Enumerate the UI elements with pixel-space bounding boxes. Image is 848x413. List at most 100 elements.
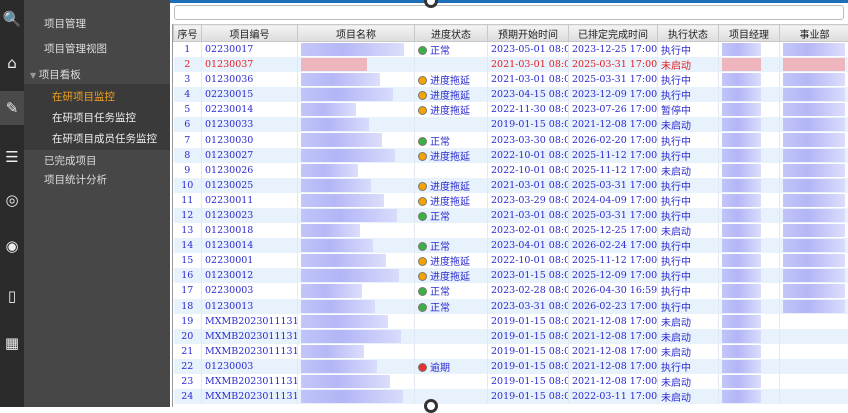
- table-row[interactable]: 801230027进度拖延2022-10-01 08:002025-11-12 …: [174, 148, 848, 163]
- status-label: 进度拖延: [430, 272, 470, 283]
- end-time: 2025-03-31 17:00: [569, 57, 658, 72]
- project-manager: [719, 299, 780, 314]
- redacted-block: [301, 209, 397, 222]
- progress-status: [415, 163, 488, 178]
- menu-project-view[interactable]: 项目管理视图: [44, 41, 107, 56]
- splitter-handle-bottom[interactable]: [424, 399, 438, 413]
- column-header[interactable]: 进度状态: [415, 25, 488, 42]
- redacted-block: [301, 133, 382, 146]
- column-header[interactable]: 序号: [174, 25, 202, 42]
- menu-project-management[interactable]: 项目管理: [44, 16, 86, 31]
- table-row[interactable]: 21MXMB20230111310...2019-01-15 08:002021…: [174, 344, 848, 359]
- start-time: 2023-03-29 08:00: [488, 193, 569, 208]
- table-row[interactable]: 6012300332019-01-15 08:002021-12-08 17:0…: [174, 117, 848, 132]
- department: [780, 329, 848, 344]
- project-manager: [719, 117, 780, 132]
- table-row[interactable]: 1801230013正常2023-03-31 08:002026-02-23 1…: [174, 299, 848, 314]
- redacted-block: [783, 254, 845, 267]
- project-code: 02230003: [202, 283, 298, 298]
- project-name: [298, 253, 415, 268]
- row-index: 7: [174, 132, 202, 147]
- start-time: 2019-01-15 08:00: [488, 374, 569, 389]
- redacted-block: [301, 330, 401, 343]
- table-row[interactable]: 1601230012进度拖延2023-01-15 08:002025-12-09…: [174, 268, 848, 283]
- menu-project-board[interactable]: ▼ 项目看板: [30, 67, 81, 82]
- table-row[interactable]: 23MXMB20230111310...2019-01-15 08:002021…: [174, 374, 848, 389]
- project-manager: [719, 102, 780, 117]
- submenu-task-monitor[interactable]: 在研项目任务监控: [52, 110, 136, 125]
- department: [780, 283, 848, 298]
- database-icon[interactable]: ☰: [0, 140, 24, 174]
- table-row[interactable]: 9012300262022-10-01 08:002025-11-12 17:0…: [174, 163, 848, 178]
- table-row[interactable]: 1401230014正常2023-04-01 08:002026-02-24 1…: [174, 238, 848, 253]
- table-row[interactable]: 1201230023正常2021-03-01 08:002025-03-31 1…: [174, 208, 848, 223]
- project-manager: [719, 223, 780, 238]
- sipm-logo-icon[interactable]: 🔍: [0, 2, 24, 36]
- exec-status: 执行中: [658, 132, 719, 147]
- end-time: 2025-03-31 17:00: [569, 178, 658, 193]
- column-header[interactable]: 预期开始时间: [488, 25, 569, 42]
- table-row[interactable]: 19MXMB20230111310...2019-01-15 08:002021…: [174, 314, 848, 329]
- table-row[interactable]: 13012300182023-02-01 08:002025-12-25 17:…: [174, 223, 848, 238]
- table-row[interactable]: 301230036进度拖延2021-03-01 08:002025-03-31 …: [174, 72, 848, 87]
- end-time: 2026-02-20 17:00: [569, 132, 658, 147]
- department: [780, 148, 848, 163]
- redacted-block: [722, 133, 761, 146]
- start-time: 2021-03-01 08:00: [488, 178, 569, 193]
- status-dot-icon: [418, 363, 427, 372]
- redacted-block: [783, 73, 845, 86]
- submenu-member-task-monitor[interactable]: 在研项目成员任务监控: [52, 131, 157, 146]
- table-row[interactable]: 24MXMB20230111310...2019-01-15 08:002022…: [174, 389, 848, 404]
- menu-statistics[interactable]: 项目统计分析: [44, 172, 107, 187]
- column-header[interactable]: 事业部: [780, 25, 848, 42]
- column-header[interactable]: 已排定完成时间: [569, 25, 658, 42]
- redacted-block: [722, 224, 761, 237]
- end-time: 2021-12-08 17:00: [569, 359, 658, 374]
- project-name: [298, 344, 415, 359]
- sidebar-menu: 项目管理 项目管理视图 ▼ 项目看板 在研项目监控 在研项目任务监控 在研项目成…: [24, 0, 170, 407]
- end-time: 2025-11-12 17:00: [569, 253, 658, 268]
- search-input[interactable]: [174, 5, 844, 20]
- column-header[interactable]: 项目名称: [298, 25, 415, 42]
- submenu-project-monitor[interactable]: 在研项目监控: [52, 89, 115, 104]
- status-label: 正常: [430, 303, 450, 314]
- end-time: 2021-12-08 17:00: [569, 374, 658, 389]
- table-row[interactable]: 701230030正常2023-03-30 08:002026-02-20 17…: [174, 132, 848, 147]
- edit-icon[interactable]: ✎: [0, 91, 24, 125]
- table-row[interactable]: 1001230025进度拖延2021-03-01 08:002025-03-31…: [174, 178, 848, 193]
- table-row[interactable]: 20MXMB20230111310...2019-01-15 08:002021…: [174, 329, 848, 344]
- exec-status: 执行中: [658, 87, 719, 102]
- progress-status: [415, 329, 488, 344]
- project-manager: [719, 374, 780, 389]
- table-row[interactable]: 2012300372021-03-01 08:002025-03-31 17:0…: [174, 57, 848, 72]
- exec-status: 未启动: [658, 374, 719, 389]
- redacted-block: [301, 179, 371, 192]
- department: [780, 72, 848, 87]
- disc-icon[interactable]: ◎: [0, 183, 24, 217]
- home-icon[interactable]: ⌂: [0, 46, 24, 80]
- table-row[interactable]: 2201230003逾期2019-01-15 08:002021-12-08 1…: [174, 359, 848, 374]
- redacted-block: [301, 118, 369, 131]
- menu-label: 项目看板: [39, 69, 81, 81]
- column-header[interactable]: 项目经理: [719, 25, 780, 42]
- status-label: 进度拖延: [430, 152, 470, 163]
- table-row[interactable]: 102230017正常2023-05-01 08:002023-12-25 17…: [174, 42, 848, 58]
- progress-status: [415, 374, 488, 389]
- broadcast-icon[interactable]: ◉: [0, 229, 24, 263]
- redacted-block: [722, 194, 761, 207]
- report-icon[interactable]: ▦: [0, 326, 24, 360]
- status-dot-icon: [418, 106, 427, 115]
- row-index: 11: [174, 193, 202, 208]
- table-row[interactable]: 1502230001进度拖延2022-10-01 08:002025-11-12…: [174, 253, 848, 268]
- column-header[interactable]: 项目编号: [202, 25, 298, 42]
- project-code: 01230027: [202, 148, 298, 163]
- table-row[interactable]: 402230015进度拖延2023-04-15 08:002023-12-09 …: [174, 87, 848, 102]
- redacted-block: [301, 224, 360, 237]
- table-row[interactable]: 1702230003正常2023-02-28 08:002026-04-30 1…: [174, 283, 848, 298]
- table-row[interactable]: 1102230011进度拖延2023-03-29 08:002024-04-09…: [174, 193, 848, 208]
- table-row[interactable]: 502230014进度拖延2022-11-30 08:002023-07-26 …: [174, 102, 848, 117]
- department: [780, 359, 848, 374]
- book-icon[interactable]: ▯: [0, 279, 24, 313]
- menu-completed-projects[interactable]: 已完成项目: [44, 153, 97, 168]
- column-header[interactable]: 执行状态: [658, 25, 719, 42]
